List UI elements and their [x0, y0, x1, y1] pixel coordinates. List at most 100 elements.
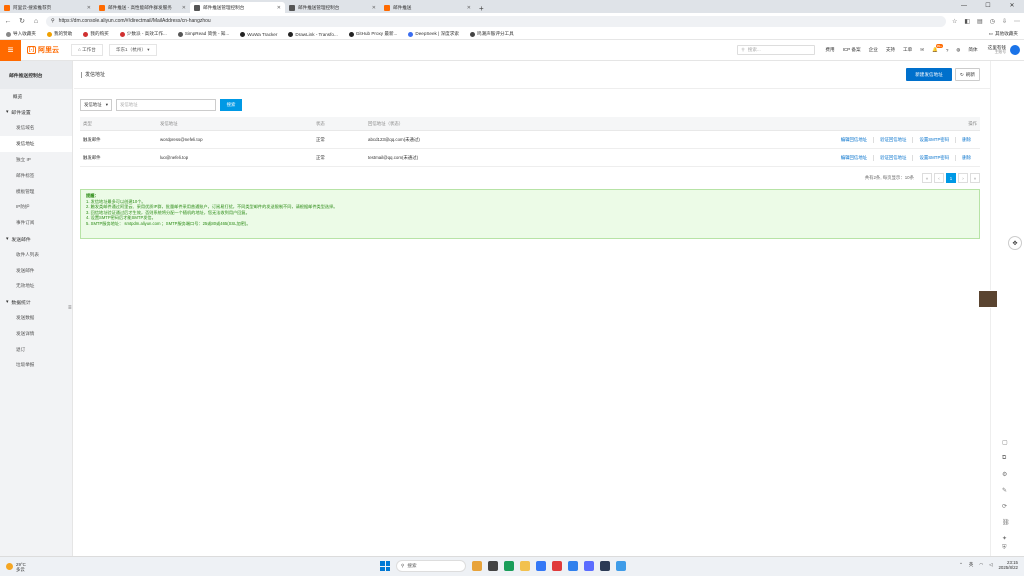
browser-tab[interactable]: 邮件推送 - 高性能邮件群发服务 ✕ — [95, 2, 190, 13]
sidebar-item[interactable]: IP防护 — [0, 200, 72, 216]
sidebar-group[interactable]: ▾ 发送邮件 — [0, 231, 72, 247]
tray-chevron-icon[interactable]: ⌃ — [959, 562, 963, 568]
browser-tab[interactable]: 阿里云-搜索推荐页 ✕ — [0, 2, 95, 13]
sidebar-collapse-icon[interactable]: ≡ — [68, 305, 72, 311]
sidebar-item[interactable]: 独立 IP — [0, 152, 72, 168]
volume-icon[interactable]: ◁ — [989, 562, 992, 568]
wifi-icon[interactable]: ◠ — [979, 562, 983, 568]
site-info-icon[interactable]: ⚲ — [51, 18, 55, 24]
browser-tab[interactable]: 邮件推送 ✕ — [380, 2, 475, 13]
sidebar-item[interactable]: 收件人列表 — [0, 247, 72, 263]
sidebar-item[interactable]: 事件订阅 — [0, 215, 72, 231]
extension-icon[interactable]: ◧ — [964, 18, 970, 25]
tab-close-icon[interactable]: ✕ — [182, 5, 186, 11]
header-link-enterprise[interactable]: 企业 — [869, 47, 878, 53]
page-prev-button[interactable]: ‹ — [934, 173, 944, 183]
edit-icon[interactable]: ✎ — [1002, 487, 1007, 494]
taskbar-wps-icon[interactable] — [552, 561, 562, 571]
minimize-button[interactable]: — — [952, 0, 976, 11]
new-tab-button[interactable]: + — [479, 4, 484, 13]
taskbar-app-icon[interactable] — [568, 561, 578, 571]
brand-logo[interactable]: [-] 阿里云 — [27, 45, 59, 55]
taskbar-app-icon[interactable] — [600, 561, 610, 571]
language-switch[interactable]: 简体 — [968, 47, 977, 53]
sidebar-item[interactable]: 邮件标签 — [0, 168, 72, 184]
tab-close-icon[interactable]: ✕ — [372, 5, 376, 11]
region-selector[interactable]: 华东1（杭州） ▾ — [108, 44, 157, 56]
taskbar-app-icon[interactable] — [584, 561, 594, 571]
sidebar-item[interactable]: 模板管理 — [0, 184, 72, 200]
bookmark-item[interactable]: DeepSeek | 深度求索 — [408, 31, 459, 37]
bookmark-other-folder[interactable]: ▭ 其他收藏夹 — [989, 31, 1018, 37]
copilot-icon[interactable]: ✦ — [1002, 535, 1007, 542]
bookmark-item[interactable]: 导入收藏夹 — [6, 31, 36, 37]
taskbar-app-icon[interactable] — [616, 561, 626, 571]
bookmark-item[interactable]: 鸣潮声骸评分工具 — [469, 31, 514, 37]
clock[interactable]: 23:15 2025/8/22 — [998, 560, 1018, 571]
row-action-link[interactable]: 验证回信地址 — [873, 136, 912, 143]
taskbar-app-icon[interactable] — [488, 561, 498, 571]
mail-icon[interactable]: ✉ — [920, 47, 924, 53]
sidebar-group[interactable]: ▾ 邮件设置 — [0, 105, 72, 121]
bookmark-item[interactable]: DrawLink - Transfo... — [288, 31, 338, 37]
refresh-button[interactable]: ↻ 刷新 — [955, 68, 980, 81]
filter-address-input[interactable]: 发信地址 — [116, 99, 216, 111]
collections-icon[interactable]: ▤ — [977, 18, 983, 25]
bookmark-item[interactable]: 我的赞助 — [46, 31, 72, 37]
weather-widget[interactable]: 29°C 多云 — [6, 562, 26, 572]
search-button[interactable]: 搜索 — [220, 99, 242, 111]
row-action-link[interactable]: 删除 — [955, 154, 977, 161]
close-button[interactable]: ✕ — [1000, 0, 1024, 11]
history-icon[interactable]: ◷ — [990, 18, 995, 25]
windows-start-icon[interactable] — [380, 561, 390, 571]
tray-language[interactable]: 英 — [969, 562, 973, 568]
sidebar-item[interactable]: 退订 — [0, 342, 72, 358]
reload-icon[interactable]: ↻ — [18, 17, 26, 25]
new-address-button[interactable]: 新建发信地址 — [906, 68, 952, 81]
user-menu[interactable]: 这里有钱 主账号 — [988, 45, 1020, 55]
page-next-button[interactable]: › — [958, 173, 968, 183]
sidebar-item[interactable]: 发送数据 — [0, 310, 72, 326]
globe-icon[interactable]: ◍ — [956, 47, 960, 53]
tab-close-icon[interactable]: ✕ — [467, 5, 471, 11]
link-icon[interactable]: ⛓ — [1002, 519, 1010, 526]
favorite-star-icon[interactable]: ☆ — [952, 18, 957, 25]
back-icon[interactable]: ← — [4, 18, 12, 25]
sidebar-item[interactable]: 发送详情 — [0, 326, 72, 342]
url-field[interactable]: ⚲ https://dm.console.aliyun.com/#/direct… — [46, 15, 946, 27]
browser-tab[interactable]: 邮件推送管理控制台 ✕ — [285, 2, 380, 13]
avatar[interactable] — [1010, 45, 1020, 55]
taskbar-folder-icon[interactable] — [520, 561, 530, 571]
sidebar-group[interactable]: ▾ 数据统计 — [0, 294, 72, 310]
page-current-button[interactable]: 1 — [946, 173, 956, 183]
help-icon[interactable]: ? — [946, 48, 949, 53]
taskbar-edge-icon[interactable] — [504, 561, 514, 571]
tab-close-icon[interactable]: ✕ — [87, 5, 91, 11]
bookmark-item[interactable]: WuWa Tracker — [240, 31, 277, 37]
row-action-link[interactable]: 删除 — [955, 136, 977, 143]
document-icon[interactable]: ▢ — [1002, 439, 1008, 446]
row-action-link[interactable]: 编辑回信地址 — [835, 155, 873, 161]
bookmark-item[interactable]: SimpRead 简悦 - 知... — [177, 31, 229, 37]
header-link-support[interactable]: 支持 — [886, 47, 895, 53]
bookmark-item[interactable]: 我的购买 — [83, 31, 109, 37]
taskbar-app-icon[interactable] — [536, 561, 546, 571]
menu-icon[interactable]: ≡ — [0, 39, 21, 61]
downloads-icon[interactable]: ⇩ — [1002, 18, 1007, 25]
row-action-link[interactable]: 编辑回信地址 — [835, 137, 873, 143]
copy-icon[interactable]: ⧉ — [1002, 455, 1006, 462]
row-action-link[interactable]: 验证回信地址 — [873, 154, 912, 161]
row-action-link[interactable]: 设置SMTP密码 — [912, 136, 955, 143]
sidebar-item[interactable]: 垃圾举报 — [0, 358, 72, 374]
notification-icon[interactable]: 🔔 99+ — [932, 44, 943, 53]
bookmark-item[interactable]: GitHub Proxy 最新... — [348, 31, 397, 37]
share-icon[interactable]: ⟳ — [1002, 503, 1007, 510]
header-link-icp[interactable]: ICP 备案 — [843, 47, 861, 53]
console-search-input[interactable]: ⚲ 搜索... — [737, 45, 816, 55]
browser-tab[interactable]: 邮件推送管理控制台 ✕ — [190, 2, 285, 13]
floating-thumbnail[interactable] — [978, 290, 998, 308]
sidebar-item[interactable]: 发信地址 — [0, 136, 72, 153]
filter-type-select[interactable]: 发信地址 ▾ — [80, 99, 112, 111]
header-link-billing[interactable]: 费用 — [825, 47, 834, 53]
tab-close-icon[interactable]: ✕ — [277, 5, 281, 11]
